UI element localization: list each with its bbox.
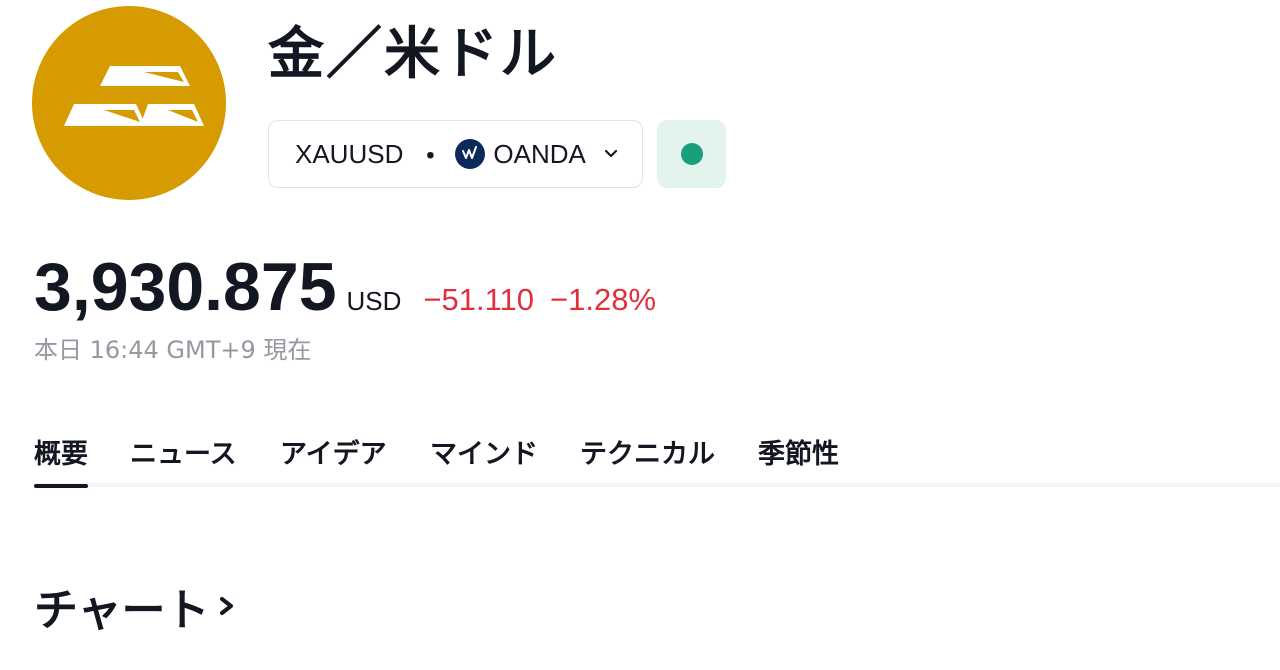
tab-ideas[interactable]: アイデア <box>280 436 388 488</box>
price-change-percent: −1.28% <box>550 282 657 317</box>
chevron-right-icon <box>216 591 238 621</box>
gold-bars-icon <box>32 6 226 200</box>
symbol-page: 金／米ドル XAUUSD ・ OANDA 3,930.875 USD −51.1… <box>0 0 1280 670</box>
currency-label: USD <box>346 286 402 316</box>
oanda-icon <box>455 139 486 169</box>
tab-technicals[interactable]: テクニカル <box>580 436 716 488</box>
tab-overview[interactable]: 概要 <box>34 436 88 488</box>
price-change: −51.110 <box>423 282 535 317</box>
ticker-label: XAUUSD <box>295 138 404 169</box>
tab-bar: 概要 ニュース アイデア マインド テクニカル 季節性 <box>34 436 842 488</box>
tab-news[interactable]: ニュース <box>130 436 238 488</box>
chart-section-link[interactable]: チャート <box>34 574 238 638</box>
quote-row: 3,930.875 USD −51.110 −1.28% <box>34 248 656 326</box>
tab-minds[interactable]: マインド <box>430 436 538 488</box>
tab-seasonals[interactable]: 季節性 <box>758 436 842 488</box>
page-title: 金／米ドル <box>268 22 558 87</box>
last-price: 3,930.875 <box>34 249 337 325</box>
symbol-selector-button[interactable]: XAUUSD ・ OANDA <box>268 120 643 188</box>
exchange-label: OANDA <box>493 138 586 169</box>
market-status-button[interactable] <box>657 120 726 188</box>
status-dot-icon <box>680 143 703 165</box>
separator: ・ <box>417 140 444 171</box>
section-heading-label: チャート <box>34 585 210 636</box>
chevron-down-icon <box>602 145 620 163</box>
quote-timestamp: 本日 16:44 GMT+9 現在 <box>34 336 312 364</box>
